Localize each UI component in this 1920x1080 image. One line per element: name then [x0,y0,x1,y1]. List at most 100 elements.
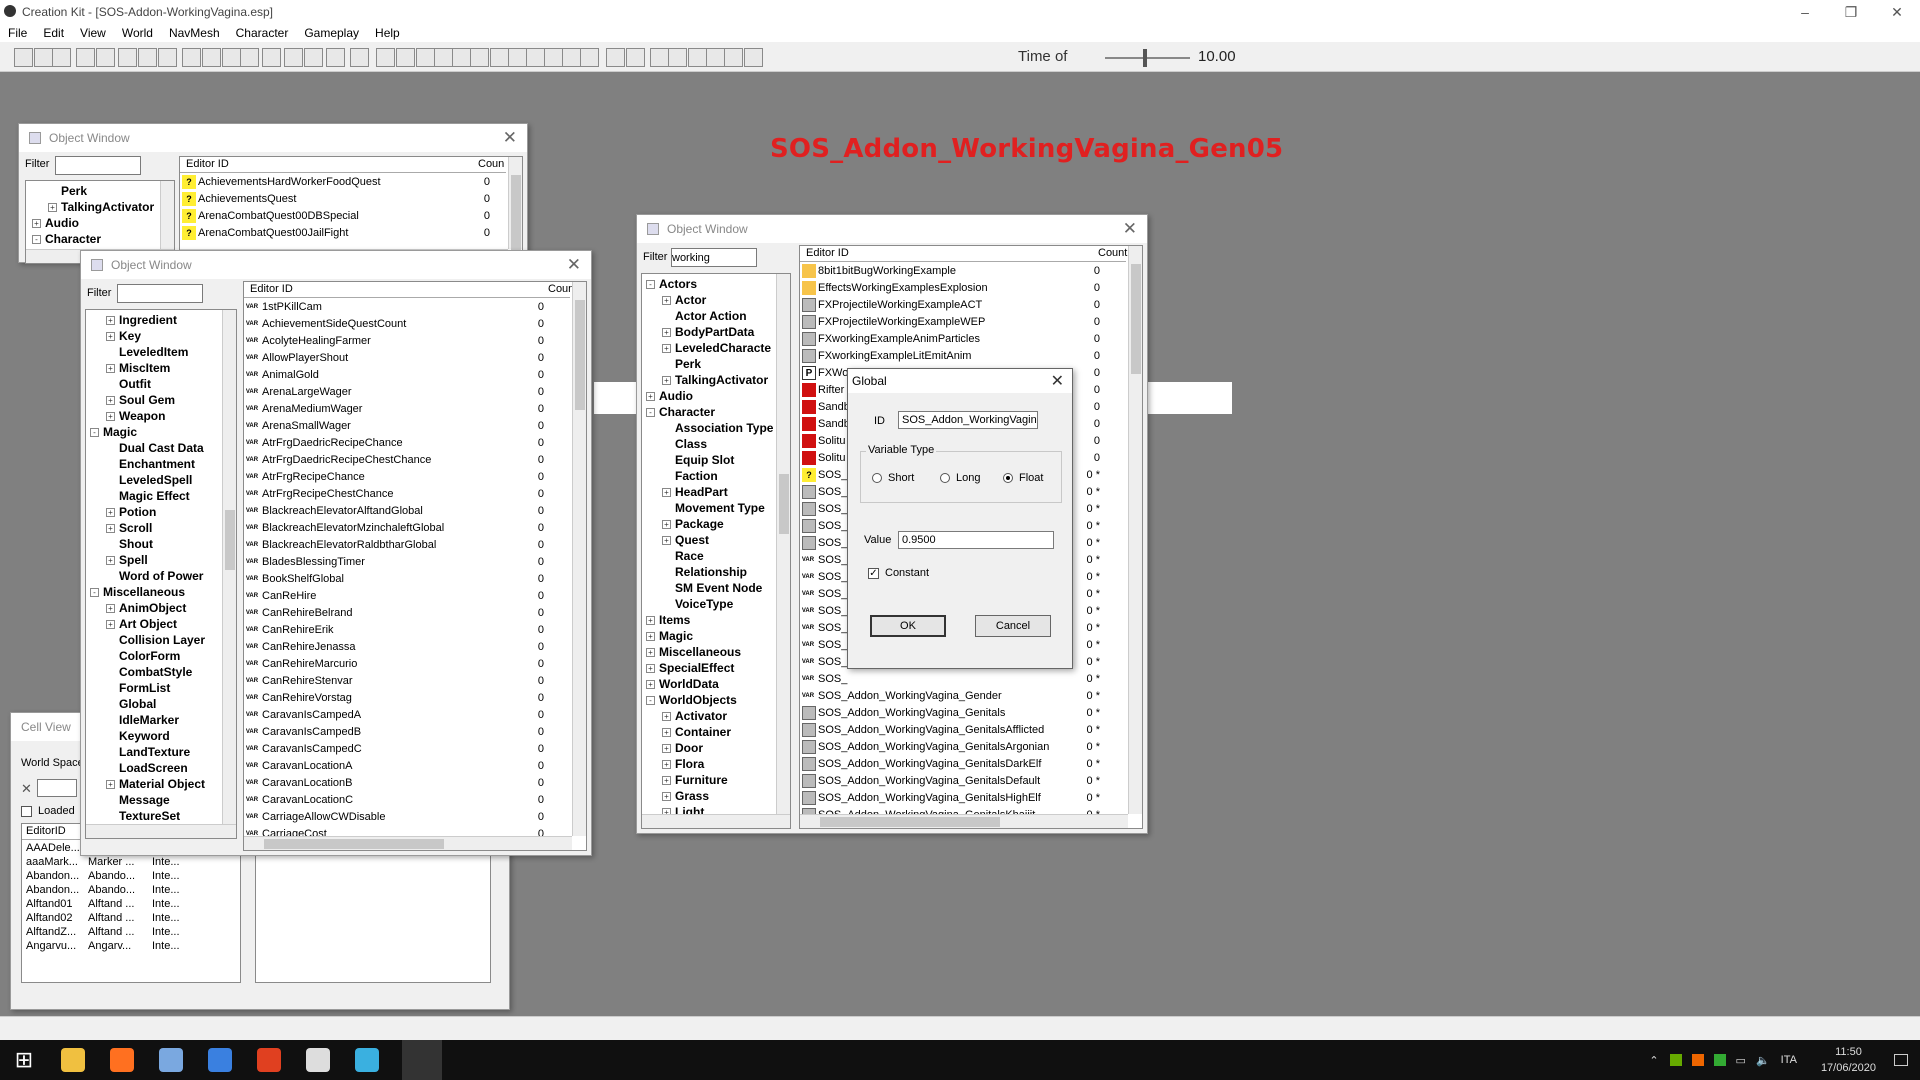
tree-item[interactable]: LoadScreen [106,760,188,776]
tree-item[interactable]: Collision Layer [106,632,205,648]
tree-item[interactable]: - Character [32,231,101,247]
toolbar-button-icon[interactable] [508,48,527,67]
id-field[interactable] [898,411,1038,429]
list-row[interactable]: VAR BlackreachElevatorRaldbtharGlobal 0 [244,537,574,554]
tree-item[interactable]: + Grass [662,788,709,804]
nvidia-icon[interactable] [1669,1054,1682,1066]
expand-icon[interactable]: + [662,520,671,530]
tree-item[interactable]: + Package [662,516,724,532]
list-row[interactable]: ? AchievementsQuest 0 [180,191,510,208]
editor-id-list[interactable]: Editor ID Coun ? AchievementsHardWorkerFo… [179,156,523,264]
tree-item[interactable]: LeveledSpell [106,472,192,488]
language-indicator[interactable]: ITA [1781,1054,1797,1066]
constant-checkbox[interactable]: ✓ Constant [868,567,929,579]
list-row[interactable]: VAR SOS_Addon_WorkingVagina_Gender 0 * [800,688,1130,705]
tree-item[interactable]: + Spell [106,552,148,568]
tree-item[interactable]: + Actor [662,292,706,308]
expand-icon[interactable]: + [106,780,115,790]
list-row[interactable]: VAR CaravanLocationC 0 [244,792,574,809]
list-row[interactable]: VAR CanRehireBelrand 0 [244,605,574,622]
expand-icon[interactable]: + [646,616,655,626]
tree-item[interactable]: + Art Object [106,616,177,632]
list-row[interactable]: VAR ArenaMediumWager 0 [244,401,574,418]
tree-item[interactable]: + TalkingActivator [662,372,768,388]
expand-icon[interactable]: + [646,664,655,674]
list-row[interactable]: VAR CanReHire 0 [244,588,574,605]
tree-item[interactable]: Outfit [106,376,151,392]
toolbar-button-icon[interactable] [118,48,137,67]
table-row[interactable]: Alftand01 Alftand ... Inte... [22,897,240,911]
expand-icon[interactable]: + [106,316,115,326]
toolbar-button-icon[interactable] [14,48,33,67]
table-row[interactable]: aaaMark... Marker ... Inte... [22,855,240,869]
ok-button[interactable]: OK [870,615,946,637]
toolbar-button-icon[interactable] [416,48,435,67]
restore-button[interactable]: ❐ [1828,0,1874,24]
toolbar-button-icon[interactable] [580,48,599,67]
filter-input[interactable] [117,284,203,303]
menu-gameplay[interactable]: Gameplay [296,24,367,42]
toolbar-button-icon[interactable] [222,48,241,67]
list-row[interactable]: VAR CaravanIsCampedC 0 [244,741,574,758]
menu-navmesh[interactable]: NavMesh [161,24,228,42]
tree-item[interactable]: + Miscellaneous [646,644,741,660]
file-explorer-icon[interactable] [61,1048,85,1072]
toolbar-button-icon[interactable] [470,48,489,67]
toolbar-button-icon[interactable] [376,48,395,67]
expand-icon[interactable]: + [106,556,115,566]
toolbar-button-icon[interactable] [76,48,95,67]
list-vertical-scrollbar[interactable] [1128,246,1142,814]
tree-item[interactable]: Perk [48,183,87,199]
list-row[interactable]: FXProjectileWorkingExampleACT 0 [800,297,1130,314]
expand-icon[interactable]: + [646,648,655,658]
tree-item[interactable]: + LeveledCharacte [662,340,771,356]
tree-item[interactable]: + Ingredient [106,312,177,328]
menu-help[interactable]: Help [367,24,408,42]
collapse-icon[interactable]: - [646,280,655,290]
toolbar-button-icon[interactable] [668,48,687,67]
expand-icon[interactable]: + [106,524,115,534]
tree-item[interactable]: VoiceType [662,596,733,612]
steam-icon[interactable] [159,1048,183,1072]
cpu-monitor-icon[interactable] [1691,1054,1704,1066]
tree-item[interactable]: + WorldData [646,676,719,692]
tree-item[interactable]: + Scroll [106,520,152,536]
expand-icon[interactable]: + [662,328,671,338]
close-icon[interactable]: ✕ [567,255,581,275]
expand-icon[interactable]: + [106,508,115,518]
radio-button[interactable] [872,473,882,483]
tree-item[interactable]: Enchantment [106,456,195,472]
tree-horizontal-scrollbar[interactable] [642,814,790,828]
menu-character[interactable]: Character [228,24,297,42]
table-row[interactable]: AlftandZ... Alftand ... Inte... [22,925,240,939]
toolbar-button-icon[interactable] [526,48,545,67]
tree-item[interactable]: SM Event Node [662,580,762,596]
list-row[interactable]: ? ArenaCombatQuest00JailFight 0 [180,225,510,242]
filter-input[interactable] [55,156,141,175]
app-icon[interactable] [208,1048,232,1072]
toolbar-button-icon[interactable] [34,48,53,67]
list-row[interactable]: VAR 1stPKillCam 0 [244,299,574,316]
tree-item[interactable]: + Magic [646,628,693,644]
col-editor-id[interactable]: Editor ID [186,158,229,170]
object-window-2-titlebar[interactable]: Object Window ✕ [81,251,591,279]
toolbar-button-icon[interactable] [396,48,415,67]
list-row[interactable]: VAR AnimalGold 0 [244,367,574,384]
list-row[interactable]: SOS_Addon_WorkingVagina_GenitalsDarkElf 0… [800,756,1130,773]
chevron-up-icon[interactable]: ⌃ [1649,1054,1658,1067]
expand-icon[interactable]: + [32,219,41,229]
list-row[interactable]: VAR CanRehireJenassa 0 [244,639,574,656]
toolbar-button-icon[interactable] [52,48,71,67]
list-row[interactable]: VAR CarriageAllowCWDisable 0 [244,809,574,826]
tree-item[interactable]: Keyword [106,728,170,744]
radio-long[interactable]: Long [940,472,980,484]
tree-item[interactable]: + Soul Gem [106,392,175,408]
collapse-icon[interactable]: - [646,696,655,706]
tree-item[interactable]: + Furniture [662,772,728,788]
tree-item[interactable]: ColorForm [106,648,180,664]
expand-icon[interactable]: + [106,364,115,374]
toolbar-button-icon[interactable] [326,48,345,67]
cancel-button[interactable]: Cancel [975,615,1051,637]
radio-short[interactable]: Short [872,472,914,484]
col-count[interactable]: Coun [478,158,504,170]
